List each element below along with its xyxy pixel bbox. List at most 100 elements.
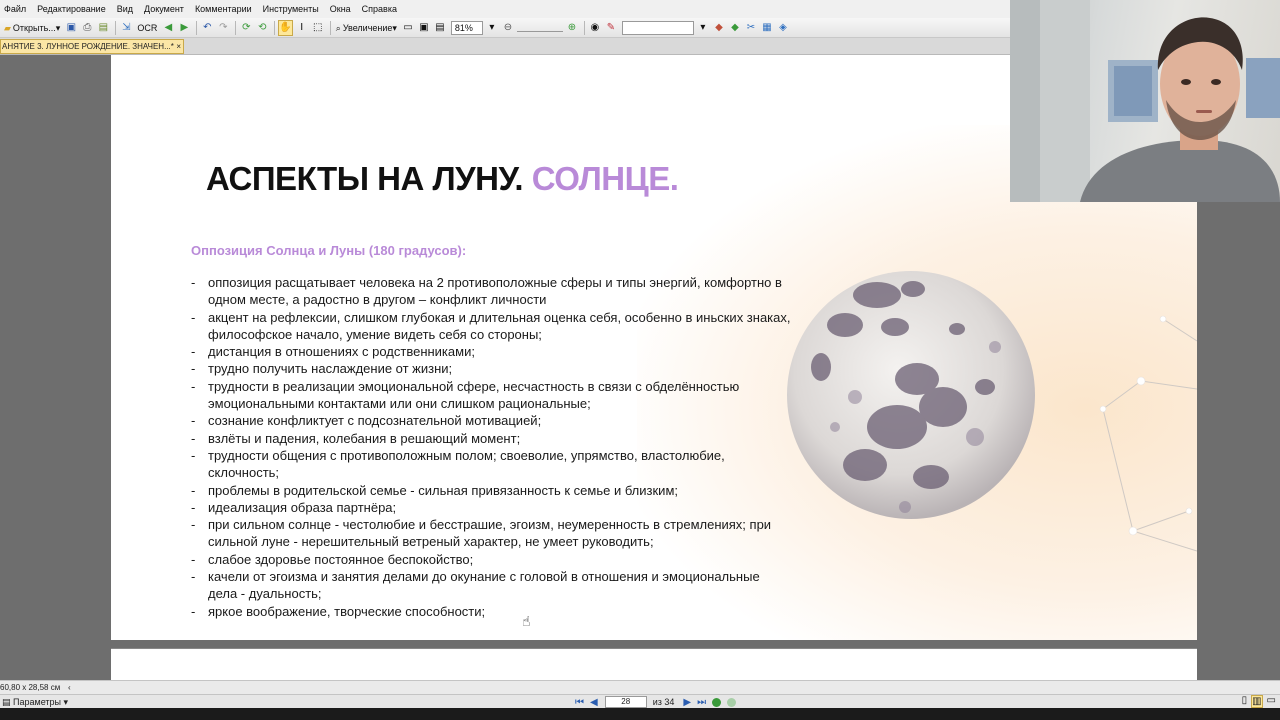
continuous-page-icon[interactable]: ▥ bbox=[1251, 695, 1263, 708]
first-page-icon[interactable]: ⏮ bbox=[575, 697, 584, 708]
find-next-icon[interactable]: ◆ bbox=[728, 20, 742, 36]
find-input[interactable] bbox=[621, 20, 694, 35]
prev-page-icon[interactable]: ◀ bbox=[590, 697, 598, 708]
magnifier-icon: ⌕ bbox=[335, 22, 341, 33]
moon-illustration bbox=[787, 271, 1035, 519]
fit-page-icon[interactable]: ▣ bbox=[417, 20, 431, 36]
history-back-icon[interactable] bbox=[712, 697, 722, 707]
parameters-label: Параметры bbox=[13, 697, 62, 707]
status-bar: 60,80 x 28,58 см ‹ bbox=[0, 680, 1280, 694]
last-page-icon[interactable]: ⏭ bbox=[697, 697, 706, 708]
zoom-tool-button[interactable]: ⌕ Увеличение ▾ bbox=[334, 20, 399, 36]
menu-view[interactable]: Вид bbox=[113, 4, 140, 14]
list-item: проблемы в родительской семье - сильная … bbox=[191, 482, 791, 500]
layout-icon[interactable]: ▦ bbox=[760, 20, 774, 36]
bottom-strip bbox=[0, 708, 1280, 720]
history-forward-icon[interactable] bbox=[727, 697, 737, 707]
menu-file[interactable]: Файл bbox=[0, 4, 33, 14]
zoom-in-icon[interactable]: ⊕ bbox=[565, 20, 579, 36]
view-modes: ▯ ▥ ▭ bbox=[1242, 695, 1276, 708]
hand-tool-icon[interactable]: ✋ bbox=[278, 19, 293, 36]
navigation-bar: ▤ Параметры ▾ ⏮ ◀ 28 из 34 ▶ ⏭ ▯ ▥ ▭ bbox=[0, 694, 1280, 708]
list-item: качели от эгоизма и занятия делами до ок… bbox=[191, 568, 791, 603]
single-page-icon[interactable]: ▯ bbox=[1242, 695, 1248, 708]
parameters-button[interactable]: ▤ Параметры ▾ bbox=[2, 696, 68, 708]
list-item: идеализация образа партнёра; bbox=[191, 499, 791, 517]
page-navigation: ⏮ ◀ 28 из 34 ▶ ⏭ bbox=[572, 695, 739, 709]
webcam-overlay bbox=[1010, 0, 1280, 202]
rotate-icon[interactable]: ⟳ bbox=[239, 20, 253, 36]
list-item: акцент на рефлексии, слишком глубокая и … bbox=[191, 309, 791, 344]
tab-bar: АНЯТИЕ 3. ЛУННОЕ РОЖДЕНИЕ. ЗНАЧЕН...* × bbox=[0, 38, 1010, 55]
list-item: слабое здоровье постоянное беспокойство; bbox=[191, 551, 791, 569]
find-dropdown-icon[interactable]: ▾ bbox=[696, 20, 710, 36]
document-tab-title: АНЯТИЕ 3. ЛУННОЕ РОЖДЕНИЕ. ЗНАЧЕН...* bbox=[2, 42, 174, 51]
folder-icon: ▰ bbox=[4, 22, 11, 33]
scan-icon[interactable]: ▤ bbox=[96, 20, 110, 36]
actual-size-icon[interactable]: ▭ bbox=[401, 20, 415, 36]
zoom-level-input[interactable]: 81% bbox=[450, 20, 483, 35]
zoom-dropdown-icon[interactable]: ▾ bbox=[485, 20, 499, 36]
page-title-main: АСПЕКТЫ НА ЛУНУ. bbox=[206, 160, 524, 197]
snapshot-icon[interactable]: ⬚ bbox=[311, 20, 325, 36]
next-page-icon[interactable]: ▶ bbox=[683, 697, 691, 708]
select-text-icon[interactable]: Ⅰ bbox=[295, 20, 309, 36]
toolbar-separator bbox=[274, 20, 276, 35]
back-icon[interactable]: ◀ bbox=[161, 20, 175, 36]
zoom-tool-label: Увеличение bbox=[342, 22, 393, 33]
close-icon[interactable]: × bbox=[176, 40, 181, 53]
page-title: АСПЕКТЫ НА ЛУНУ. СОЛНЦЕ. bbox=[206, 160, 679, 198]
menu-document[interactable]: Документ bbox=[140, 4, 191, 14]
open-button[interactable]: ▰ Открыть... ▾ bbox=[2, 20, 62, 36]
two-page-icon[interactable]: ▭ bbox=[1267, 695, 1276, 708]
open-button-label: Открыть... bbox=[12, 22, 56, 33]
menu-windows[interactable]: Окна bbox=[326, 4, 358, 14]
list-item: сознание конфликтует с подсознательной м… bbox=[191, 412, 791, 430]
stamp-icon[interactable]: ✎ bbox=[604, 20, 618, 36]
toolbar-separator bbox=[115, 20, 117, 35]
list-item: трудности в реализации эмоциональной сфе… bbox=[191, 378, 791, 413]
page-title-accent: СОЛНЦЕ. bbox=[531, 160, 679, 197]
list-item: взлёты и падения, колебания в решающий м… bbox=[191, 430, 791, 448]
bookmark-icon[interactable]: ◈ bbox=[776, 20, 790, 36]
toolbar-separator bbox=[583, 20, 585, 35]
list-item: трудно получить наслаждение от жизни; bbox=[191, 360, 791, 378]
forward-icon[interactable]: ▶ bbox=[177, 20, 191, 36]
toolbar-separator bbox=[196, 20, 198, 35]
section-subtitle: Оппозиция Солнца и Луны (180 градусов): bbox=[191, 243, 467, 258]
list-item: при сильном солнце - честолюбие и бесстр… bbox=[191, 516, 791, 551]
save-icon[interactable]: ▣ bbox=[64, 20, 78, 36]
aspect-list: оппозиция расщатывает человека на 2 прот… bbox=[191, 274, 791, 620]
zoom-slider[interactable] bbox=[516, 24, 563, 32]
list-item: яркое воображение, творческие способност… bbox=[191, 603, 791, 621]
ocr-button[interactable]: OCR bbox=[135, 20, 159, 36]
print-icon[interactable]: ⎙ bbox=[80, 20, 94, 36]
fit-width-icon[interactable]: ▤ bbox=[433, 20, 447, 36]
list-item: оппозиция расщатывает человека на 2 прот… bbox=[191, 274, 791, 309]
parameters-icon: ▤ bbox=[2, 697, 11, 707]
page-total: из 34 bbox=[652, 697, 675, 707]
undo-icon[interactable]: ↶ bbox=[200, 20, 214, 36]
menu-help[interactable]: Справка bbox=[358, 4, 404, 14]
menu-tools[interactable]: Инструменты bbox=[259, 4, 326, 14]
menu-comments[interactable]: Комментарии bbox=[191, 4, 259, 14]
find-prev-icon[interactable]: ◆ bbox=[712, 20, 726, 36]
eye-icon[interactable]: ◉ bbox=[588, 20, 602, 36]
page-number-input[interactable]: 28 bbox=[604, 696, 647, 708]
redo-icon[interactable]: ↷ bbox=[216, 20, 230, 36]
tools-icon[interactable]: ✂ bbox=[744, 20, 758, 36]
zoom-out-icon[interactable]: ⊖ bbox=[501, 20, 515, 36]
hand-cursor-icon: ☝ bbox=[522, 613, 531, 629]
scroll-left-icon[interactable]: ‹ bbox=[68, 681, 71, 694]
list-item: дистанция в отношениях с родственниками; bbox=[191, 343, 791, 361]
toolbar-separator bbox=[235, 20, 237, 35]
document-tab[interactable]: АНЯТИЕ 3. ЛУННОЕ РОЖДЕНИЕ. ЗНАЧЕН...* × bbox=[0, 39, 184, 54]
menu-edit[interactable]: Редактирование bbox=[33, 4, 113, 14]
constellation-decoration bbox=[1099, 315, 1197, 552]
menu-bar: Файл Редактирование Вид Документ Коммент… bbox=[0, 0, 1010, 18]
toolbar-separator bbox=[329, 20, 331, 35]
export-icon[interactable]: ⇲ bbox=[119, 20, 133, 36]
toolbar: ▰ Открыть... ▾ ▣ ⎙ ▤ ⇲ OCR ◀ ▶ ↶ ↷ ⟳ ⟲ ✋ … bbox=[0, 18, 1010, 38]
page-size-readout: 60,80 x 28,58 см bbox=[0, 683, 61, 692]
rotate-back-icon[interactable]: ⟲ bbox=[255, 20, 269, 36]
